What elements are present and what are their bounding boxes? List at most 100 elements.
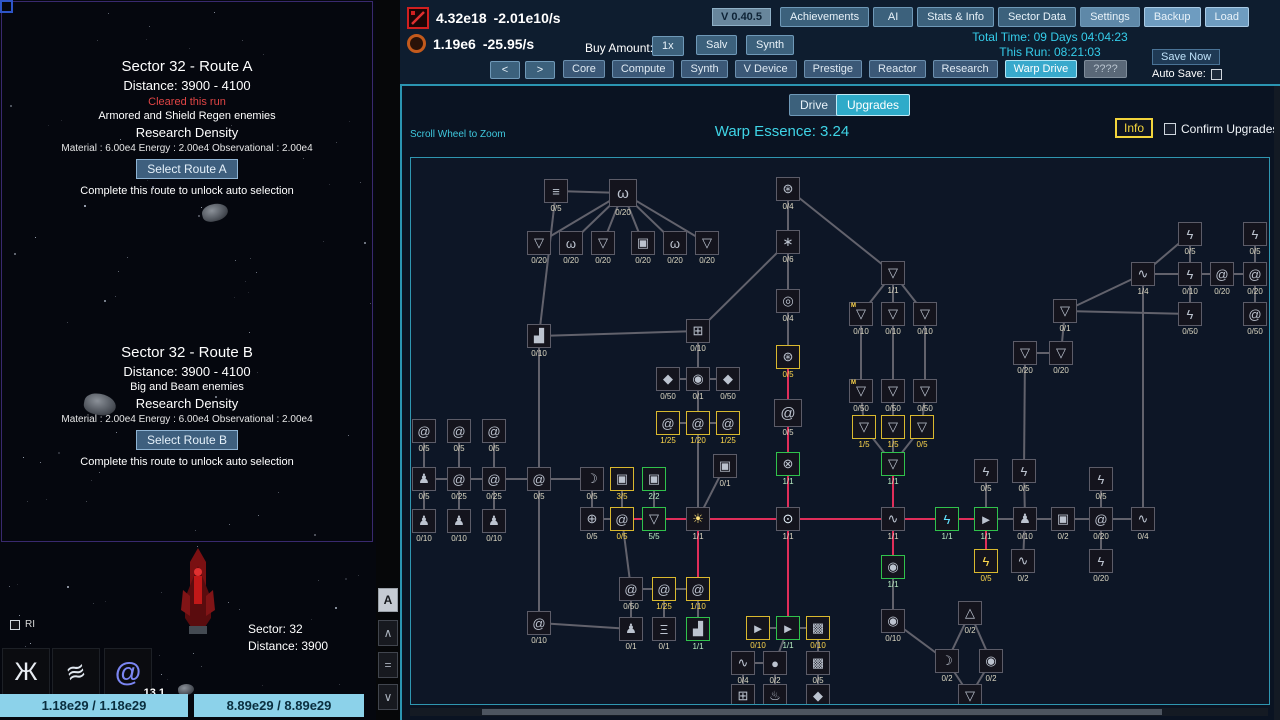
horizontal-scrollbar[interactable] (410, 708, 1268, 716)
nav-stats-info-button[interactable]: Stats & Info (917, 7, 994, 27)
warp-drive-tab-upgrades[interactable]: Upgrades (836, 94, 910, 116)
upgrade-node[interactable]: ▩0/10 (796, 616, 840, 650)
auto-save-checkbox[interactable] (1211, 69, 1222, 80)
upgrade-node[interactable]: ∿0/2 (1001, 549, 1045, 583)
upgrade-node[interactable]: ☽0/2 (925, 649, 969, 683)
nav-sector-data-button[interactable]: Sector Data (998, 7, 1076, 27)
buy-amount-button[interactable]: 1x (652, 36, 684, 56)
upgrade-node[interactable]: ▽0/1 (1043, 299, 1087, 333)
upgrade-node[interactable]: ◎0/4 (766, 289, 810, 323)
upgrade-node[interactable]: @0/25 (472, 467, 516, 501)
next-tab-button[interactable]: > (525, 61, 555, 79)
loadout-slot-3[interactable]: @ 13.1 (104, 648, 152, 696)
tab-warp-drive[interactable]: Warp Drive (1005, 60, 1078, 78)
upgrade-node[interactable]: ◉1/1 (871, 555, 915, 589)
load-button[interactable]: Load (1205, 7, 1249, 27)
upgrade-node[interactable]: ω0/20 (601, 179, 645, 217)
tab-research[interactable]: Research (933, 60, 998, 78)
ri-toggle[interactable]: RI (10, 619, 35, 630)
upgrade-node[interactable]: @0/20 (1233, 262, 1270, 296)
upgrade-node[interactable]: ▽0/2 (948, 684, 992, 705)
upgrade-node[interactable]: @0/10 (517, 611, 561, 645)
salv-button[interactable]: Salv (696, 35, 737, 55)
warp-drive-tab-drive[interactable]: Drive (789, 94, 839, 116)
upgrade-node[interactable]: ◉0/2 (969, 649, 1013, 683)
upgrade-node[interactable]: ●0/2 (753, 651, 797, 685)
upgrade-node[interactable]: @0/5 (472, 419, 516, 453)
upgrade-node[interactable]: @0/20 (1079, 507, 1123, 541)
upgrade-node[interactable]: @1/25 (706, 411, 750, 445)
nav-achievements-button[interactable]: Achievements (780, 7, 869, 27)
loadout-slot-2[interactable]: ≋ (52, 648, 100, 696)
upgrade-node[interactable]: ∗0/6 (766, 230, 810, 264)
divider-menu-button[interactable]: = (378, 652, 398, 678)
upgrade-node[interactable]: ▟0/10 (517, 324, 561, 358)
horizontal-scrollbar-thumb[interactable] (482, 709, 1162, 715)
upgrade-node[interactable]: ▟1/1 (676, 617, 720, 651)
upgrade-node[interactable]: ∿0/4 (1121, 507, 1165, 541)
tab-compute[interactable]: Compute (612, 60, 675, 78)
divider-down-button[interactable]: ∨ (378, 684, 398, 710)
upgrade-node[interactable]: ϟ0/20 (1079, 549, 1123, 583)
upgrade-node[interactable]: ◆0/5 (796, 684, 840, 705)
upgrade-node[interactable]: ♟0/10 (472, 509, 516, 543)
prev-tab-button[interactable]: < (490, 61, 520, 79)
upgrade-node[interactable]: ▽0/20 (581, 231, 625, 265)
upgrade-node[interactable]: ϟ0/5 (1002, 459, 1046, 493)
divider-up-button[interactable]: ∧ (378, 620, 398, 646)
loadout-slot-1[interactable]: Ж (2, 648, 50, 696)
upgrade-node[interactable]: ▣0/1 (703, 454, 747, 488)
upgrade-node[interactable]: ∿1/4 (1121, 262, 1165, 296)
nav-ai-button[interactable]: AI (873, 7, 913, 27)
upgrade-node[interactable]: ◆0/50 (706, 367, 750, 401)
tab-unknown[interactable]: ???? (1084, 60, 1126, 78)
tab-synth[interactable]: Synth (681, 60, 727, 78)
upgrade-node[interactable]: ▣2/2 (632, 467, 676, 501)
upgrade-node[interactable]: ►1/1 (964, 507, 1008, 541)
upgrade-node[interactable]: @0/5 (517, 467, 561, 501)
divider-a-button[interactable]: A (378, 588, 398, 612)
tab-core[interactable]: Core (563, 60, 605, 78)
upgrade-node[interactable]: ▽0/50 (903, 379, 947, 413)
upgrade-node[interactable]: ϟ0/5 (1168, 222, 1212, 256)
upgrade-node[interactable]: ϟ0/5 (1233, 222, 1270, 256)
upgrade-node[interactable]: ▽0/20 (685, 231, 729, 265)
synth-button[interactable]: Synth (746, 35, 794, 55)
select-route-b-button[interactable]: Select Route B (136, 430, 238, 450)
upgrade-node[interactable]: △0/2 (948, 601, 992, 635)
upgrade-node[interactable]: ▽0/10 (903, 302, 947, 336)
upgrade-node[interactable]: ≡0/5 (534, 179, 578, 213)
backup-button[interactable]: Backup (1144, 7, 1201, 27)
tab-reactor[interactable]: Reactor (869, 60, 926, 78)
upgrade-node[interactable]: @1/10 (676, 577, 720, 611)
upgrade-node[interactable]: ∿1/1 (871, 507, 915, 541)
tab-v-device[interactable]: V Device (735, 60, 797, 78)
tab-prestige[interactable]: Prestige (804, 60, 862, 78)
upgrade-node[interactable]: ⊛0/4 (766, 177, 810, 211)
upgrade-node[interactable]: ϟ0/50 (1168, 302, 1212, 336)
ri-checkbox[interactable] (10, 620, 20, 630)
info-button[interactable]: Info (1115, 118, 1153, 138)
save-now-button[interactable]: Save Now (1152, 49, 1220, 65)
nav-settings-button[interactable]: Settings (1080, 7, 1140, 27)
upgrade-node[interactable]: ⊛0/5 (766, 345, 810, 379)
upgrade-node[interactable]: ▽5/5 (632, 507, 676, 541)
upgrade-node[interactable]: ⊞0/10 (676, 319, 720, 353)
select-route-a-button[interactable]: Select Route A (136, 159, 237, 179)
upgrade-node[interactable]: ▩0/5 (796, 651, 840, 685)
upgrade-node[interactable]: @0/5 (766, 399, 810, 437)
upgrade-node[interactable]: ☀1/1 (676, 507, 720, 541)
upgrade-node[interactable]: ▽1/1 (871, 261, 915, 295)
upgrade-node[interactable]: ϟ1/1 (925, 507, 969, 541)
upgrade-node[interactable]: ϟ0/5 (1079, 467, 1123, 501)
confirm-upgrades-checkbox[interactable] (1164, 123, 1176, 135)
upgrade-node[interactable]: ◉0/10 (871, 609, 915, 643)
upgrade-node[interactable]: ♨0/2 (753, 684, 797, 705)
upgrade-node[interactable]: ⊙1/1 (766, 507, 810, 541)
upgrade-node[interactable]: ▽0/5 (900, 415, 944, 449)
upgrade-node[interactable]: @0/50 (1233, 302, 1270, 336)
upgrade-node[interactable]: ⊗1/1 (766, 452, 810, 486)
upgrade-node[interactable]: ▽0/20 (1039, 341, 1083, 375)
upgrade-node[interactable]: ▽1/1 (871, 452, 915, 486)
upgrade-tree-viewport[interactable]: ≡0/5ω0/20⊛0/4▽0/20ω0/20▽0/20▣0/20ω0/20▽0… (410, 157, 1270, 705)
